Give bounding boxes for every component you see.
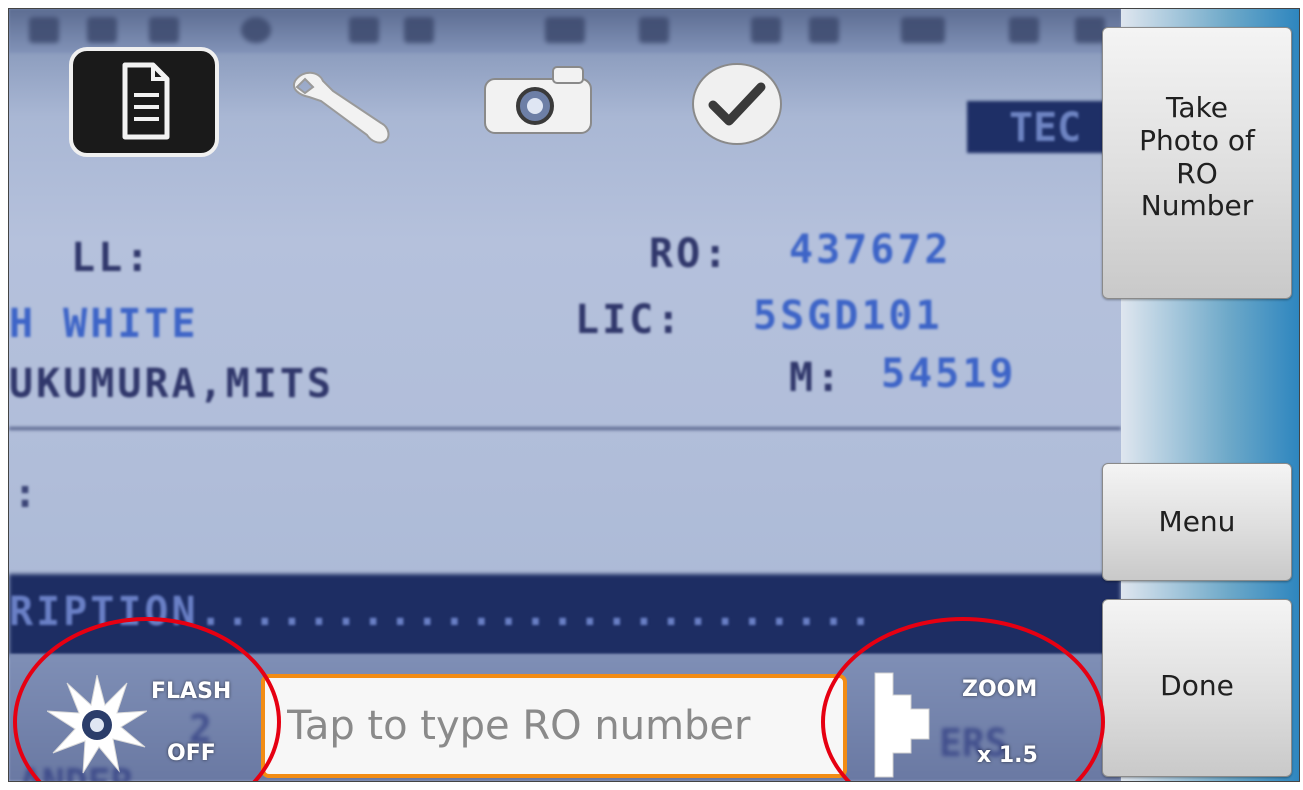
captured-mileage-value: 54519	[881, 351, 1017, 397]
flash-label: FLASH	[151, 679, 232, 704]
captured-name-value: UKUMURA,MITS	[9, 361, 334, 407]
captured-call-label: LL:	[71, 235, 153, 281]
captured-ro-value: 437672	[789, 227, 952, 273]
captured-lic-label: LIC:	[575, 297, 684, 343]
captured-color-value: H WHITE	[9, 301, 199, 347]
checkmark-icon[interactable]	[689, 61, 785, 147]
captured-mileage-label: M:	[789, 355, 844, 401]
captured-lic-value: 5SGD101	[753, 293, 943, 339]
wrench-icon[interactable]	[285, 67, 403, 147]
ro-number-input[interactable]	[261, 674, 847, 778]
done-button[interactable]: Done	[1102, 599, 1292, 777]
zoom-label: ZOOM	[962, 677, 1038, 702]
captured-header-text: TEC	[1009, 105, 1082, 151]
document-icon[interactable]	[69, 47, 219, 157]
zoom-level: x 1.5	[977, 743, 1038, 768]
flash-state: OFF	[167, 741, 216, 766]
captured-description-text: RIPTION.........................	[9, 589, 876, 635]
captured-separator	[9, 427, 1121, 430]
captured-colon: :	[13, 471, 38, 517]
take-photo-button[interactable]: Take Photo of RO Number	[1102, 27, 1292, 299]
menu-button[interactable]: Menu	[1102, 463, 1292, 581]
flash-icon[interactable]	[45, 674, 148, 775]
app-window: TEC LL: RO: 437672 H WHITE LIC: 5SGD101 …	[8, 8, 1300, 782]
zoom-slider-handle[interactable]	[867, 669, 937, 781]
captured-ro-label: RO:	[649, 231, 731, 277]
camera-icon[interactable]	[479, 61, 597, 137]
